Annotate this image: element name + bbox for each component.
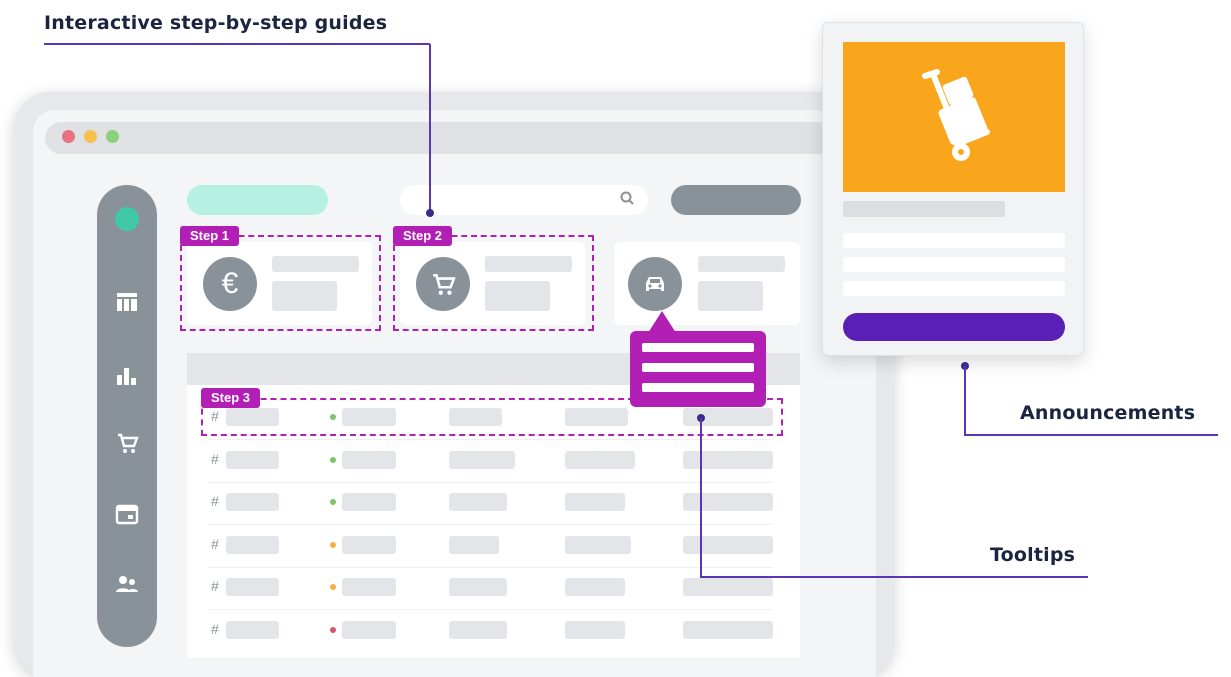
row-cell [565, 536, 631, 554]
row-marker: # [211, 536, 219, 552]
car-icon [628, 257, 682, 311]
tooltip-line-1 [642, 343, 754, 352]
row-marker: # [211, 621, 219, 637]
announcements-connector-vertical [964, 366, 966, 436]
callout-guides-underline [44, 43, 430, 45]
row-divider [208, 439, 773, 440]
calendar-icon[interactable] [97, 503, 157, 530]
status-dot [330, 542, 336, 548]
announcement-modal[interactable] [822, 22, 1084, 356]
row-cell [683, 451, 773, 469]
row-cell [226, 621, 279, 639]
row-cell [342, 536, 396, 554]
maximize-dot[interactable] [106, 130, 119, 143]
row-divider [208, 482, 773, 483]
tooltip[interactable] [630, 331, 766, 407]
announcements-connector-horizontal [964, 434, 1218, 436]
status-dot [330, 627, 336, 633]
tooltip-line-2 [642, 363, 754, 372]
step-1-badge: Step 1 [180, 226, 240, 246]
table-icon[interactable] [97, 291, 157, 318]
logo-icon [115, 207, 139, 231]
row-cell [342, 451, 396, 469]
announcement-banner [843, 42, 1065, 192]
address-bar [45, 122, 865, 154]
announcement-line-2 [843, 257, 1065, 272]
sidebar [97, 185, 157, 647]
tooltip-arrow [648, 311, 676, 333]
step-1-highlight [180, 235, 381, 331]
users-icon[interactable] [97, 573, 157, 600]
row-cell [342, 493, 396, 511]
bar-chart-icon[interactable] [97, 365, 157, 392]
row-cell [565, 493, 625, 511]
row-marker: # [211, 451, 219, 467]
row-cell [565, 621, 625, 639]
row-divider [208, 524, 773, 525]
tooltip-line-3 [642, 383, 754, 392]
row-cell [449, 493, 507, 511]
callout-announcements: Announcements [1020, 402, 1196, 424]
status-dot [330, 457, 336, 463]
row-cell [226, 578, 279, 596]
gray-pill-button[interactable] [671, 185, 801, 215]
guides-connector-dot [426, 209, 434, 217]
row-cell [342, 621, 396, 639]
card-3-title [698, 256, 785, 272]
row-cell [226, 493, 279, 511]
status-dot [330, 584, 336, 590]
row-cell [342, 578, 396, 596]
mint-pill[interactable] [187, 185, 328, 215]
status-dot [330, 499, 336, 505]
row-cell [683, 536, 773, 554]
cart-icon[interactable] [97, 431, 157, 460]
tooltips-connector-vertical [700, 418, 702, 578]
row-divider [208, 567, 773, 568]
row-cell [449, 578, 507, 596]
row-cell [683, 621, 773, 639]
row-cell [565, 578, 625, 596]
row-cell [449, 536, 499, 554]
search-icon[interactable] [620, 191, 634, 210]
search-input[interactable] [400, 185, 648, 215]
row-cell [226, 451, 279, 469]
row-cell [449, 451, 515, 469]
row-cell [683, 578, 773, 596]
callout-tooltips: Tooltips [990, 544, 1076, 566]
minimize-dot[interactable] [84, 130, 97, 143]
announcement-button[interactable] [843, 313, 1065, 341]
row-cell [565, 451, 635, 469]
row-cell [683, 493, 773, 511]
step-2-badge: Step 2 [393, 226, 453, 246]
row-cell [226, 536, 279, 554]
step-2-highlight [393, 235, 594, 331]
row-cell [449, 621, 507, 639]
tooltips-connector-horizontal [700, 576, 1088, 578]
close-dot[interactable] [62, 130, 75, 143]
step-3-badge: Step 3 [201, 388, 261, 408]
callout-guides: Interactive step-by-step guides [44, 12, 388, 34]
guides-connector [429, 44, 431, 212]
row-marker: # [211, 578, 219, 594]
row-divider [208, 609, 773, 610]
announcement-line-3 [843, 281, 1065, 296]
announcement-line-1 [843, 233, 1065, 248]
card-3-value [698, 281, 763, 311]
row-marker: # [211, 493, 219, 509]
announcement-title [843, 201, 1005, 217]
hand-truck-icon [922, 69, 990, 161]
